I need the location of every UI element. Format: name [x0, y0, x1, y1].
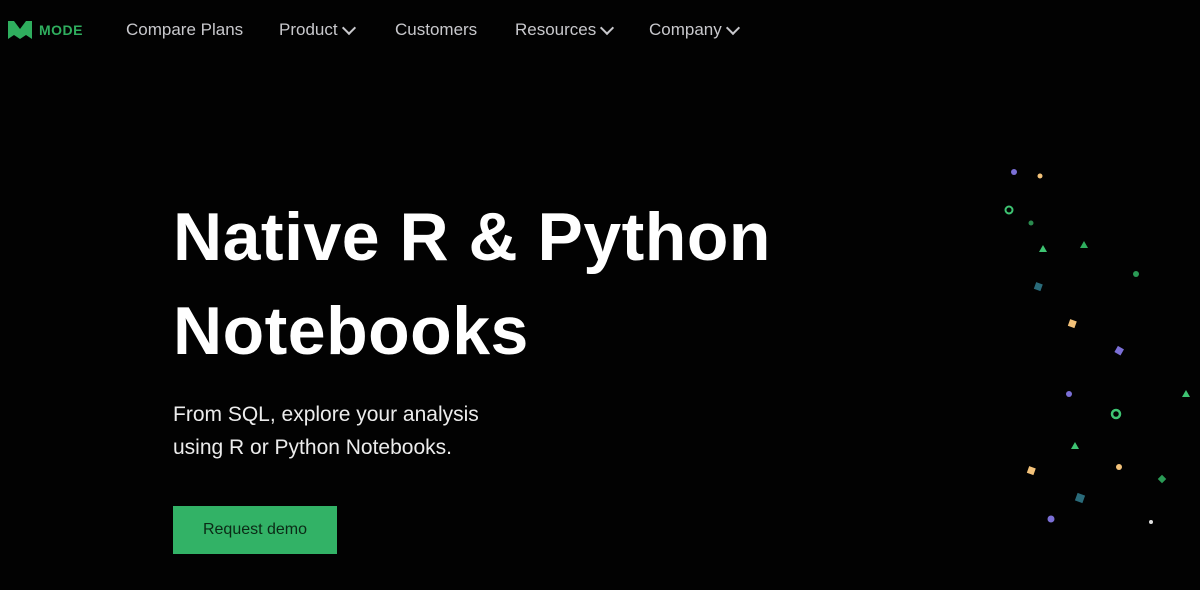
nav-label: Compare Plans: [126, 20, 244, 39]
brand-name: MODE: [39, 22, 83, 38]
confetti-square: [1033, 282, 1043, 292]
confetti-ring: [1110, 408, 1122, 420]
nav-product[interactable]: Product: [279, 20, 356, 40]
confetti-dot: [1116, 464, 1122, 470]
chevron-down-icon: [725, 20, 740, 35]
confetti-dot: [1149, 520, 1153, 524]
confetti-triangle: [1080, 241, 1088, 248]
confetti-dot: [1133, 271, 1139, 277]
hero-title-line: Notebooks: [173, 293, 529, 369]
confetti-triangle: [1071, 442, 1079, 449]
mode-logo[interactable]: MODE: [7, 20, 83, 40]
chevron-down-icon: [341, 20, 356, 35]
nav-label: Resources: [515, 20, 597, 39]
subtitle-line: using R or Python Notebooks.: [173, 436, 452, 459]
nav-customers[interactable]: Customers: [395, 20, 477, 40]
confetti-ring: [1004, 205, 1014, 215]
confetti-square: [1026, 466, 1036, 476]
top-navigation: MODE Compare Plans Product Customers Res…: [0, 0, 1200, 60]
confetti-square: [1157, 474, 1167, 484]
nav-resources[interactable]: Resources: [515, 20, 615, 40]
nav-company[interactable]: Company: [649, 20, 740, 40]
confetti-dot: [1028, 220, 1034, 226]
confetti-square: [1067, 319, 1077, 329]
request-demo-button[interactable]: Request demo: [173, 506, 337, 554]
confetti-dot: [1037, 173, 1043, 179]
confetti-square: [1074, 492, 1086, 504]
hero-title: Native R & Python Notebooks: [173, 190, 771, 378]
confetti-dot: [1047, 515, 1055, 523]
confetti-square: [1114, 345, 1124, 356]
nav-label: Company: [649, 20, 722, 39]
hero-title-line: Native R & Python: [173, 199, 771, 275]
nav-compare-plans[interactable]: Compare Plans: [126, 20, 243, 40]
nav-label: Customers: [395, 20, 478, 39]
subtitle-line: From SQL, explore your analysis: [173, 403, 479, 426]
mode-m-icon: [8, 21, 32, 39]
confetti-triangle: [1182, 390, 1190, 397]
nav-label: Product: [279, 20, 338, 39]
chevron-down-icon: [600, 20, 615, 35]
confetti-triangle: [1039, 245, 1047, 252]
confetti-dot: [1011, 169, 1017, 175]
confetti-dot: [1066, 391, 1072, 397]
hero-subtitle: From SQL, explore your analysis using R o…: [173, 398, 573, 464]
